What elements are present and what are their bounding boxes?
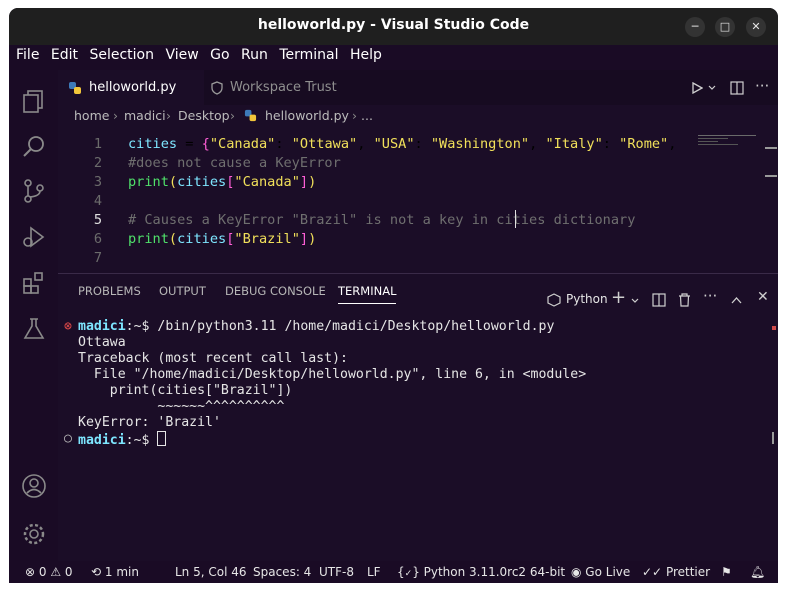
python-file-icon — [69, 82, 81, 94]
prettier-status[interactable]: ✓✓ Prettier — [642, 561, 710, 583]
menu-terminal[interactable]: Terminal — [272, 45, 338, 63]
cursor-position[interactable]: Ln 5, Col 46 — [175, 561, 247, 583]
breadcrumb-home[interactable]: home — [74, 105, 109, 127]
breadcrumb: home › madici › Desktop › helloworld.py … — [58, 105, 778, 127]
new-terminal-icon[interactable]: + — [611, 287, 626, 308]
minimize-button[interactable]: ─ — [685, 17, 705, 37]
trash-icon[interactable] — [678, 293, 691, 307]
run-icon[interactable] — [691, 82, 703, 94]
python-file-icon — [244, 109, 257, 122]
more-actions-icon[interactable]: ··· — [703, 287, 717, 305]
menu-go[interactable]: Go — [203, 45, 229, 63]
minimap[interactable] — [698, 135, 758, 149]
settings-gear-icon[interactable] — [21, 521, 47, 547]
eol[interactable]: LF — [367, 561, 381, 583]
tab-terminal[interactable]: TERMINAL — [338, 284, 397, 304]
menu-edit[interactable]: Edit — [44, 45, 78, 63]
split-editor-icon[interactable] — [730, 81, 744, 95]
title-bar: helloworld.py - Visual Studio Code ─ □ ✕ — [9, 8, 778, 45]
breadcrumb-madici[interactable]: madici — [124, 105, 166, 127]
breadcrumb-symbols[interactable]: ... — [361, 105, 373, 127]
breadcrumb-desktop[interactable]: Desktop — [178, 105, 230, 127]
code-editor[interactable]: 1 cities = {"Canada": "Ottawa", "USA": "W… — [58, 127, 778, 273]
time-tracker[interactable]: ⟲ 1 min — [91, 561, 139, 583]
notifications-bell-icon[interactable]: 🔔︎ — [750, 561, 765, 583]
chevron-down-icon[interactable] — [708, 85, 716, 91]
line-code: #does not cause a KeyError — [128, 155, 341, 171]
testing-flask-icon[interactable] — [21, 316, 47, 342]
window-title: helloworld.py - Visual Studio Code — [257, 17, 530, 33]
feedback-icon[interactable]: ⚑ — [721, 561, 732, 583]
search-icon[interactable] — [21, 134, 47, 160]
extensions-icon[interactable] — [21, 270, 47, 296]
run-debug-icon[interactable] — [21, 224, 47, 250]
maximize-button[interactable]: □ — [715, 17, 735, 37]
code-line[interactable]: 7 — [58, 249, 102, 268]
language-mode[interactable]: {✓} Python — [397, 561, 465, 583]
line-code: print(cities["Canada"]) — [128, 174, 317, 190]
line-number: 3 — [93, 174, 102, 190]
line-code: print(cities["Brazil"]) — [128, 231, 317, 247]
line-number: 6 — [93, 231, 102, 247]
code-line[interactable]: 2 #does not cause a KeyError — [58, 154, 341, 173]
menu-selection[interactable]: Selection — [82, 45, 154, 63]
terminal-kind[interactable]: Python — [566, 292, 608, 306]
go-live-button[interactable]: ◉ Go Live — [571, 561, 630, 583]
tab-workspace-trust[interactable]: Workspace Trust — [204, 70, 394, 105]
line-number: 5 — [93, 212, 102, 228]
code-line[interactable]: 4 — [58, 192, 102, 211]
shield-icon — [211, 81, 223, 95]
tab-output[interactable]: OUTPUT — [159, 284, 206, 298]
more-actions-icon[interactable]: ··· — [755, 77, 769, 95]
close-button[interactable]: ✕ — [746, 17, 766, 37]
python-interpreter[interactable]: 3.11.0rc2 64-bit — [469, 561, 565, 583]
menu-help[interactable]: Help — [343, 45, 382, 63]
text-cursor — [515, 210, 516, 228]
menu-file[interactable]: File — [9, 45, 39, 63]
line-number: 7 — [93, 250, 102, 266]
split-terminal-icon[interactable] — [652, 293, 666, 307]
line-number: 4 — [93, 193, 102, 209]
close-panel-icon[interactable]: ✕ — [757, 289, 769, 305]
bottom-panel: PROBLEMS OUTPUT DEBUG CONSOLE TERMINAL P… — [58, 273, 778, 562]
code-line[interactable]: 5 # Causes a KeyError "Brazil" is not a k… — [58, 211, 636, 230]
line-code: # Causes a KeyError "Brazil" is not a ke… — [128, 212, 636, 228]
problems-status[interactable]: ⊗ 0 ⚠ 0 — [25, 561, 73, 583]
code-line[interactable]: 6 print(cities["Brazil"]) — [58, 230, 316, 249]
scroll-marker — [772, 326, 776, 330]
breadcrumb-file[interactable]: helloworld.py — [265, 105, 349, 127]
explorer-icon[interactable] — [21, 88, 47, 114]
activity-bar — [9, 70, 58, 561]
code-line[interactable]: 1 cities = {"Canada": "Ottawa", "USA": "W… — [58, 135, 677, 154]
account-icon[interactable] — [21, 473, 47, 499]
status-bar: ⊗ 0 ⚠ 0 ⟲ 1 min Ln 5, Col 46 Spaces: 4 U… — [9, 561, 778, 583]
line-number: 1 — [93, 136, 102, 152]
terminal-profile-icon — [547, 293, 561, 307]
tab-helloworld[interactable]: helloworld.py — [58, 70, 204, 105]
scrollbar-thumb[interactable] — [772, 432, 774, 444]
source-control-icon[interactable] — [21, 178, 47, 204]
terminal-output[interactable]: ⊗ madici:~$ /bin/python3.11 /home/madici/… — [64, 319, 586, 448]
menu-view[interactable]: View — [158, 45, 198, 63]
tab-label: Workspace Trust — [230, 80, 337, 95]
encoding[interactable]: UTF-8 — [319, 561, 354, 583]
overview-ruler-mark — [765, 147, 777, 149]
overview-ruler-mark — [765, 175, 777, 177]
menu-bar: File Edit Selection View Go Run Terminal… — [9, 45, 778, 70]
vscode-window: helloworld.py - Visual Studio Code ─ □ ✕… — [9, 8, 778, 583]
line-number: 2 — [93, 155, 102, 171]
terminal-cursor — [157, 431, 167, 446]
tab-debug-console[interactable]: DEBUG CONSOLE — [225, 284, 326, 298]
tab-label: helloworld.py — [89, 80, 177, 95]
editor-tabs: helloworld.py Workspace Trust ··· — [58, 70, 778, 105]
chevron-down-icon[interactable] — [631, 298, 639, 304]
menu-run[interactable]: Run — [234, 45, 268, 63]
tab-problems[interactable]: PROBLEMS — [78, 284, 141, 298]
line-code: cities = {"Canada": "Ottawa", "USA": "Wa… — [128, 136, 677, 152]
success-circle-icon: ○ — [64, 431, 72, 446]
indentation[interactable]: Spaces: 4 — [253, 561, 311, 583]
chevron-up-icon[interactable] — [731, 296, 742, 304]
error-circle-icon: ⊗ — [64, 319, 72, 334]
code-line[interactable]: 3 print(cities["Canada"]) — [58, 173, 316, 192]
